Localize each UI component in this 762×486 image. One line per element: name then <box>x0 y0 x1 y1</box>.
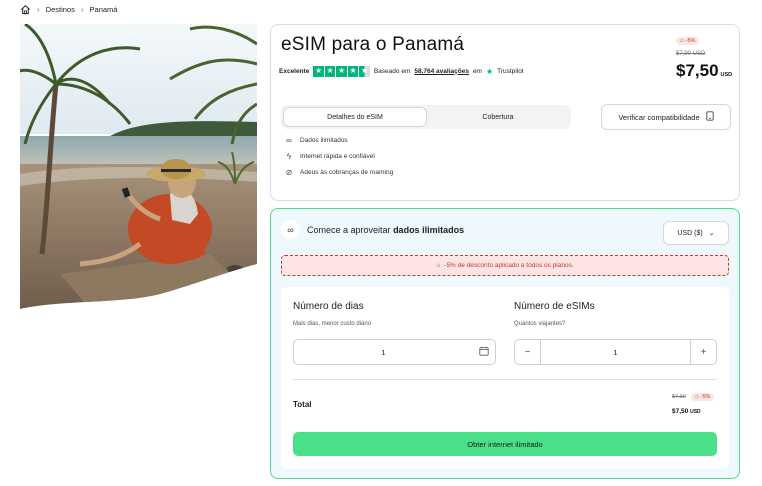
chevron-right-icon: › <box>80 4 84 14</box>
breadcrumb-link-destinos[interactable]: Destinos <box>46 5 75 14</box>
total-discount-text: -5% <box>700 394 711 400</box>
price: $7,50 USD <box>676 61 732 81</box>
divider <box>293 379 717 380</box>
home-icon[interactable] <box>20 4 31 15</box>
hero-image <box>20 24 257 309</box>
plan-header-bold: dados ilimitados <box>393 224 465 235</box>
discount-badge-text: -5% <box>685 38 696 44</box>
feature-text: Adeus às cobranças de roaming <box>300 169 394 176</box>
esims-value[interactable]: 1 <box>541 348 690 357</box>
feature-item: ∞ Dados ilimitados <box>284 136 393 145</box>
increment-button[interactable]: + <box>690 340 716 364</box>
currency-value: USD ($) <box>677 229 703 237</box>
verify-compatibility-label: Verificar compatibilidade <box>618 112 700 122</box>
no-roaming-icon: ⊘ <box>285 168 293 177</box>
feature-list: ∞ Dados ilimitados ϟ Internet rápida e c… <box>284 136 394 177</box>
plan-header-prefix: Comece a aproveitar <box>307 224 391 235</box>
infinity-icon: ∞ <box>286 136 292 145</box>
page-title: eSIM para o Panamá <box>281 34 465 55</box>
lightning-icon: ϟ <box>286 152 292 161</box>
total-price: $7,50 USD <box>672 408 701 415</box>
reviews-suffix: em <box>472 67 482 75</box>
reviews-link[interactable]: 58.764 avaliações <box>414 68 469 75</box>
decrement-button[interactable]: − <box>515 340 541 364</box>
chevron-right-icon: › <box>37 4 40 14</box>
days-sublabel: Mais dias, menor custo diário <box>293 321 372 327</box>
rating-label: Excelente <box>279 67 310 75</box>
product-card: eSIM para o Panamá Excelente ★ ★ ★ ★ ★ B… <box>270 24 740 201</box>
breadcrumb: › Destinos › Panamá <box>20 3 117 15</box>
chevron-down-icon: ⌄ <box>708 230 715 237</box>
tag-icon: ⌂ <box>436 262 441 269</box>
tab-bar: Detalhes do eSIM Cobertura <box>281 105 571 129</box>
price-value: $7,50 <box>676 61 719 80</box>
days-value: 1 <box>381 347 386 357</box>
tag-icon: ⌂ <box>680 38 684 44</box>
feature-item: ϟ Internet rápida e confiável <box>284 152 393 161</box>
total-price-currency: USD <box>690 409 701 415</box>
star-icon: ★ <box>347 66 359 77</box>
plan-card: ∞ Comece a aproveitar dados ilimitados U… <box>270 208 740 479</box>
star-icon: ★ <box>313 66 324 77</box>
days-label: Número de dias <box>293 301 364 312</box>
tab-esim-details[interactable]: Detalhes do eSIM <box>283 107 427 127</box>
based-on-text: Baseado em <box>373 67 411 75</box>
esims-sublabel: Quantos viajantes? <box>514 321 566 327</box>
verify-compatibility-button[interactable]: Verificar compatibilidade <box>601 104 731 130</box>
plan-configurator: Número de dias Mais dias, menor custo di… <box>281 287 729 469</box>
total-discount-badge: ⌂ -5% <box>691 393 715 401</box>
tab-coverage[interactable]: Cobertura <box>427 107 569 127</box>
star-half-icon: ★ <box>359 66 370 77</box>
days-input[interactable]: 1 <box>293 339 496 365</box>
discount-badge: ⌂ -5% <box>676 37 700 45</box>
phone-icon <box>705 111 714 123</box>
star-icon: ★ <box>336 66 347 77</box>
esims-label: Número de eSIMs <box>514 301 595 312</box>
feature-item: ⊘ Adeus às cobranças de roaming <box>284 168 394 177</box>
total-old-price: $7,90 <box>672 394 686 400</box>
price-currency: USD <box>720 72 733 78</box>
plan-header-text: Comece a aproveitar dados ilimitados <box>307 225 464 235</box>
infinity-icon: ∞ <box>281 220 300 239</box>
discount-banner: ⌂ -5% de desconto aplicado a todos os pl… <box>281 255 729 276</box>
feature-text: Dados ilimitados <box>300 137 348 144</box>
currency-select[interactable]: USD ($) ⌄ <box>663 221 729 245</box>
trustpilot-logo[interactable]: Trustpilot <box>497 68 524 75</box>
total-price-value: $7,50 <box>672 408 689 415</box>
rating-row: Excelente ★ ★ ★ ★ ★ Baseado em 58.764 av… <box>279 66 524 77</box>
esims-stepper: − 1 + <box>514 339 717 365</box>
rating-stars: ★ ★ ★ ★ ★ <box>313 66 370 77</box>
discount-banner-text: -5% de desconto aplicado a todos os plan… <box>444 262 574 269</box>
tag-icon: ⌂ <box>695 394 699 400</box>
get-unlimited-internet-button[interactable]: Obter internet ilimitado <box>293 432 717 456</box>
plan-header: ∞ Comece a aproveitar dados ilimitados <box>281 220 464 239</box>
calendar-icon[interactable] <box>473 346 495 358</box>
feature-text: Internet rápida e confiável <box>300 153 375 160</box>
trustpilot-star-icon: ★ <box>485 66 494 76</box>
total-label: Total <box>293 400 312 409</box>
old-price: $7,90 USD <box>676 51 706 57</box>
breadcrumb-current: Panamá <box>89 4 118 14</box>
star-icon: ★ <box>324 66 336 77</box>
